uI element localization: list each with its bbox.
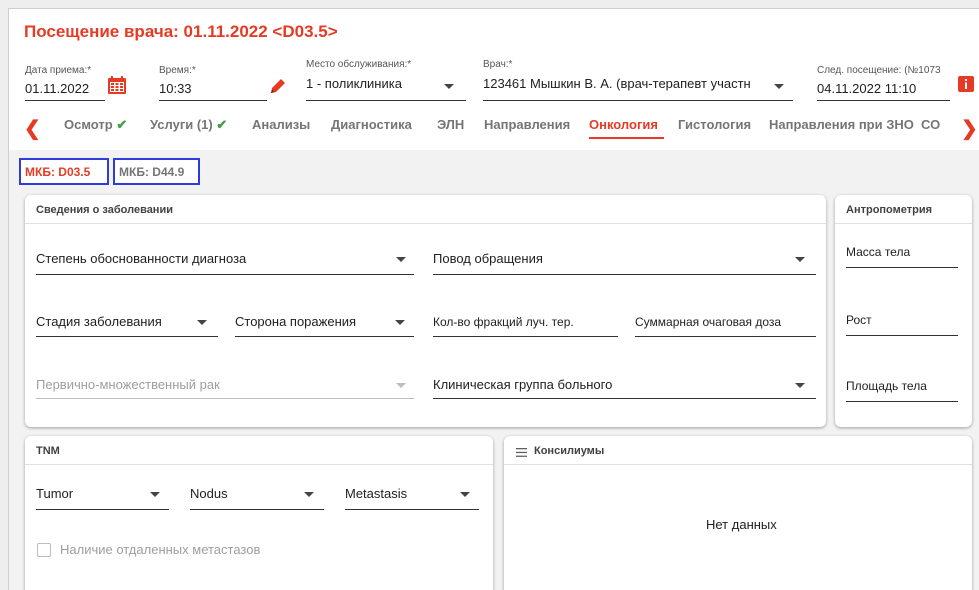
body-mass-field[interactable]: Масса тела	[846, 245, 910, 259]
chevron-down-icon[interactable]	[396, 257, 406, 262]
chevron-down-icon[interactable]	[150, 492, 160, 497]
diagnosis-validity-select[interactable]: Степень обоснованности диагноза	[36, 251, 246, 266]
checkmark-icon: ✔	[116, 117, 128, 132]
card-divider	[25, 223, 826, 224]
next-visit-underline	[817, 100, 950, 101]
calendar-icon[interactable]	[107, 75, 127, 95]
tab-so[interactable]: СО	[921, 117, 940, 132]
doctor-label: Врач:*	[483, 59, 513, 70]
chevron-left-icon[interactable]: ❮	[24, 116, 41, 141]
tab-diagnostics[interactable]: Диагностика	[331, 117, 412, 132]
tab-bar: ❮ Осмотр ✔ Услуги (1) ✔ Анализы Диагност…	[9, 102, 979, 150]
chevron-down-icon[interactable]	[795, 257, 805, 262]
service-place-underline	[306, 100, 466, 101]
card-divider	[835, 223, 972, 224]
total-focal-dose-underline	[635, 336, 816, 337]
disease-stage-underline	[36, 336, 218, 337]
doctor-select[interactable]: 123461 Мышкин В. А. (врач-терапевт участ…	[483, 76, 753, 91]
body-area-field[interactable]: Площадь тела	[846, 379, 927, 393]
info-icon[interactable]	[958, 76, 974, 92]
visit-time-underline	[159, 100, 267, 101]
disease-info-card: Сведения о заболевании Степень обоснован…	[25, 195, 826, 427]
tumor-underline	[36, 509, 169, 510]
page-title: Посещение врача: 01.11.2022 <D03.5>	[24, 22, 338, 41]
disease-stage-select[interactable]: Стадия заболевания	[36, 314, 162, 329]
card-divider	[25, 464, 493, 465]
distant-metastases-checkbox[interactable]	[37, 543, 51, 557]
anthropometry-card: Антропометрия Масса тела Рост Площадь те…	[835, 195, 972, 427]
visit-reason-select[interactable]: Повод обращения	[433, 251, 543, 266]
tab-label: Услуги (1)	[150, 117, 213, 132]
tab-referrals[interactable]: Направления	[484, 117, 570, 132]
chevron-down-icon[interactable]	[460, 492, 470, 497]
card-title: Сведения о заболевании	[36, 204, 173, 216]
body-area-underline	[846, 401, 958, 402]
diagnosis-validity-underline	[36, 274, 414, 275]
next-visit-field[interactable]: 04.11.2022 11:10	[817, 81, 937, 96]
visit-header: Посещение врача: 01.11.2022 <D03.5> Дата…	[9, 9, 979, 150]
visit-date-label: Дата приема:*	[25, 65, 92, 76]
service-place-select[interactable]: 1 - поликлиника	[306, 76, 436, 91]
card-title: TNM	[36, 445, 60, 457]
clinical-group-underline	[433, 398, 816, 399]
mkb-tab-d035[interactable]: МКБ: D03.5	[19, 158, 109, 185]
menu-icon[interactable]	[516, 448, 527, 457]
chevron-down-icon	[396, 383, 406, 388]
visit-reason-underline	[433, 274, 816, 275]
visit-window: Посещение врача: 01.11.2022 <D03.5> Дата…	[8, 8, 979, 590]
radiation-fractions-underline	[433, 336, 618, 337]
card-divider	[504, 464, 972, 465]
consilium-card: Консилиумы Нет данных	[504, 436, 972, 590]
height-underline	[846, 335, 958, 336]
tumor-select[interactable]: Tumor	[36, 486, 73, 501]
distant-metastases-label: Наличие отдаленных метастазов	[60, 542, 261, 557]
checkmark-icon: ✔	[216, 117, 228, 132]
card-title: Консилиумы	[534, 445, 605, 457]
tab-label: Осмотр	[64, 117, 113, 132]
multiple-primary-cancer-select[interactable]: Первично-множественный рак	[36, 377, 220, 392]
service-place-label: Место обслуживания:*	[306, 59, 412, 70]
next-visit-label: След. посещение: (№1073	[817, 65, 941, 76]
tab-histology[interactable]: Гистология	[678, 117, 751, 132]
chevron-down-icon[interactable]	[444, 84, 454, 89]
active-tab-indicator	[589, 137, 664, 139]
tab-eln[interactable]: ЭЛН	[437, 117, 464, 132]
chevron-down-icon[interactable]	[197, 320, 207, 325]
tab-services[interactable]: Услуги (1) ✔	[150, 117, 227, 133]
doctor-underline	[483, 100, 793, 101]
tnm-card: TNM Tumor Nodus Metastasis Наличие отдал…	[25, 436, 493, 590]
tab-zno-referrals[interactable]: Направления при ЗНО	[769, 117, 914, 132]
visit-date-underline	[25, 100, 105, 101]
metastasis-underline	[345, 509, 479, 510]
chevron-down-icon[interactable]	[304, 492, 314, 497]
mkb-tab-d449[interactable]: МКБ: D44.9	[113, 158, 200, 185]
tab-analyses[interactable]: Анализы	[252, 117, 310, 132]
chevron-down-icon[interactable]	[795, 383, 805, 388]
tab-osmotr[interactable]: Осмотр ✔	[64, 117, 127, 133]
lesion-side-select[interactable]: Сторона поражения	[235, 314, 356, 329]
multiple-primary-cancer-underline	[36, 398, 414, 399]
visit-time-label: Время:*	[159, 65, 196, 76]
lesion-side-underline	[235, 336, 414, 337]
pencil-icon[interactable]	[269, 77, 287, 95]
visit-time-field[interactable]: 10:33	[159, 81, 219, 96]
chevron-right-icon[interactable]: ❯	[961, 116, 978, 141]
body-mass-underline	[846, 267, 958, 268]
height-field[interactable]: Рост	[846, 313, 872, 327]
radiation-fractions-field[interactable]: Кол-во фракций луч. тер.	[433, 315, 574, 329]
visit-date-field[interactable]: 01.11.2022	[25, 81, 95, 96]
tab-oncology[interactable]: Онкология	[589, 117, 658, 132]
empty-state-text: Нет данных	[706, 517, 777, 532]
nodus-select[interactable]: Nodus	[190, 486, 228, 501]
chevron-down-icon[interactable]	[395, 320, 405, 325]
metastasis-select[interactable]: Metastasis	[345, 486, 407, 501]
nodus-underline	[190, 509, 324, 510]
clinical-group-select[interactable]: Клиническая группа больного	[433, 377, 612, 392]
chevron-down-icon[interactable]	[774, 84, 784, 89]
card-title: Антропометрия	[846, 204, 933, 216]
total-focal-dose-field[interactable]: Суммарная очаговая доза	[635, 315, 781, 329]
